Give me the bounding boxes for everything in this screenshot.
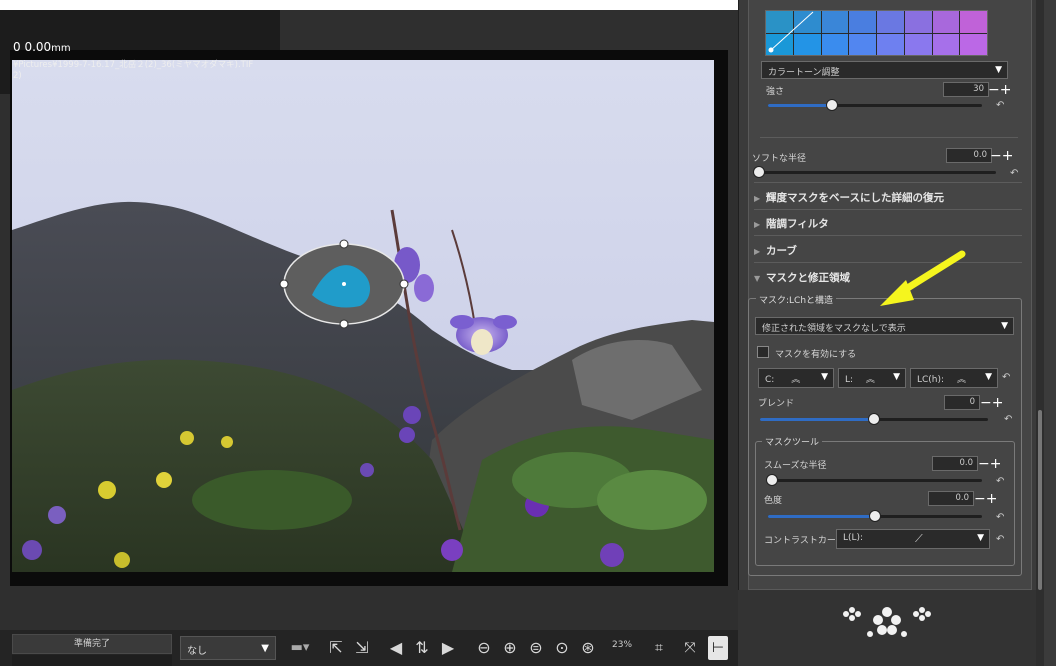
strength-stepper-minus-plus[interactable]: −+ bbox=[988, 83, 1011, 97]
next-arrow-icon[interactable]: ▶ bbox=[438, 636, 458, 660]
contrast-curve-select[interactable]: L(L): ⟋ ▼ bbox=[836, 529, 990, 549]
soft-radius-label: ソフトな半径 bbox=[752, 154, 807, 164]
divider bbox=[760, 137, 1018, 138]
smooth-radius-slider-track[interactable] bbox=[770, 479, 982, 482]
overlay-mode-select[interactable]: なし ▼ bbox=[180, 636, 276, 660]
curve-l-select[interactable]: L: ︽ ▼ bbox=[838, 368, 906, 388]
section-curves[interactable]: ▶ カーブ bbox=[754, 243, 797, 258]
chevron-down-icon: ▼ bbox=[261, 643, 269, 654]
strength-slider-track[interactable] bbox=[768, 104, 982, 107]
collapse-triangle-icon: ▼ bbox=[754, 274, 761, 283]
reset-icon[interactable]: ↶ bbox=[996, 476, 1004, 487]
reset-icon[interactable]: ↶ bbox=[1004, 414, 1012, 425]
divider bbox=[754, 209, 1022, 210]
strength-slider-fill bbox=[768, 104, 832, 107]
curve-c-select[interactable]: C: ︽ ▼ bbox=[758, 368, 834, 388]
strength-slider-knob[interactable] bbox=[826, 99, 838, 111]
zoom-fill-icon[interactable]: ⊙ bbox=[552, 636, 572, 660]
blend-label: ブレンド bbox=[758, 399, 795, 409]
strength-value[interactable]: 30 bbox=[943, 82, 989, 97]
expand-triangle-icon: ▶ bbox=[754, 247, 761, 256]
curve-glyph-icon: ︽ bbox=[791, 375, 801, 385]
enable-mask-checkbox[interactable] bbox=[757, 346, 769, 358]
soft-radius-value[interactable]: 0.0 bbox=[946, 148, 992, 163]
reset-icon[interactable]: ↶ bbox=[1010, 168, 1018, 179]
divider bbox=[754, 182, 1022, 183]
zoom-in-icon[interactable]: ⊕ bbox=[500, 636, 520, 660]
strength-label: 強さ bbox=[766, 87, 785, 97]
blend-slider-fill bbox=[760, 418, 874, 421]
smooth-radius-label: スムーズな半径 bbox=[764, 461, 827, 471]
fullscreen-icon[interactable]: ⤧ bbox=[680, 636, 700, 660]
curve-glyph-icon: ︽ bbox=[865, 375, 875, 385]
top-strip bbox=[0, 0, 738, 10]
section-graduated-filter[interactable]: ▶ 階調フィルタ bbox=[754, 216, 829, 231]
smooth-radius-value[interactable]: 0.0 bbox=[932, 456, 978, 471]
chevron-down-icon: ▼ bbox=[995, 65, 1002, 75]
crop-frame-icon[interactable]: ⌗ bbox=[648, 636, 670, 660]
saturation-stepper[interactable]: −+ bbox=[974, 492, 997, 506]
floral-ornament-graphic bbox=[843, 607, 931, 637]
brush-overlay-button[interactable]: ▬▾ bbox=[282, 636, 318, 660]
saturation-slider-fill bbox=[768, 515, 875, 518]
section-mask-and-correction[interactable]: ▼ マスクと修正領域 bbox=[754, 270, 850, 285]
chevron-down-icon: ▼ bbox=[893, 372, 900, 382]
expand-triangle-icon: ▶ bbox=[754, 194, 761, 203]
curve-lch-select[interactable]: LC(h): ︽ ▼ bbox=[910, 368, 998, 388]
saturation-label: 色度 bbox=[764, 496, 783, 506]
zoom-fit-icon[interactable]: ⊜ bbox=[526, 636, 546, 660]
file-path: ¥Pictures¥1999-7-16.17_北岳２(2)_36(ミヤマオダマキ… bbox=[13, 60, 254, 81]
zoom-out-icon[interactable]: ⊖ bbox=[474, 636, 494, 660]
split-view-icon[interactable]: ⊢ bbox=[708, 636, 728, 660]
photo-canvas[interactable] bbox=[12, 60, 714, 572]
yellow-annotation-arrow bbox=[880, 250, 966, 306]
zoom-100-icon[interactable]: ⊛ bbox=[578, 636, 598, 660]
reset-icon[interactable]: ↶ bbox=[996, 100, 1004, 111]
chevron-down-icon: ▼ bbox=[1001, 321, 1008, 331]
compare-icon[interactable]: ⇲ bbox=[352, 636, 372, 660]
status-strip bbox=[12, 655, 172, 666]
color-grid-curve bbox=[768, 11, 814, 53]
reset-icon[interactable]: ↶ bbox=[996, 512, 1004, 523]
soft-radius-slider-knob[interactable] bbox=[753, 166, 765, 178]
expand-triangle-icon: ▶ bbox=[754, 220, 761, 229]
blend-slider-knob[interactable] bbox=[868, 413, 880, 425]
mask-tools-group-title: マスクツール bbox=[762, 435, 823, 448]
blend-value[interactable]: 0 bbox=[944, 395, 980, 410]
reset-icon[interactable]: ↶ bbox=[1002, 372, 1010, 383]
crop-before-icon[interactable]: ⇱ bbox=[326, 636, 346, 660]
chevron-down-icon: ▼ bbox=[977, 533, 984, 543]
zoom-readout: 0 0.00mm bbox=[13, 40, 71, 54]
zoom-percent: 23% bbox=[612, 640, 633, 650]
blend-stepper[interactable]: −+ bbox=[980, 396, 1003, 410]
curve-glyph-icon: ︽ bbox=[956, 375, 966, 385]
soft-radius-slider-track[interactable] bbox=[758, 171, 996, 174]
floral-ornament-icon bbox=[822, 600, 952, 650]
soft-radius-stepper[interactable]: −+ bbox=[990, 149, 1013, 163]
enable-mask-label: マスクを有効にする bbox=[775, 350, 857, 360]
section-detail-recovery[interactable]: ▶ 輝度マスクをベースにした詳細の復元 bbox=[754, 190, 944, 205]
chevron-down-icon: ▼ bbox=[821, 372, 828, 382]
saturation-value[interactable]: 0.0 bbox=[928, 491, 974, 506]
saturation-slider-knob[interactable] bbox=[869, 510, 881, 522]
chevron-down-icon: ▼ bbox=[985, 372, 992, 382]
reset-icon[interactable]: ↶ bbox=[996, 534, 1004, 545]
swap-vertical-icon[interactable]: ⇅ bbox=[412, 636, 432, 660]
color-tone-select[interactable]: カラートーン調整 ▼ bbox=[761, 61, 1008, 79]
smooth-radius-slider-knob[interactable] bbox=[766, 474, 778, 486]
previous-arrow-icon[interactable]: ◀ bbox=[386, 636, 406, 660]
contrast-curve-label: コントラストカーブ: bbox=[764, 536, 848, 546]
mask-display-select[interactable]: 修正された領域をマスクなしで表示 ▼ bbox=[755, 317, 1014, 335]
smooth-radius-stepper[interactable]: −+ bbox=[978, 457, 1001, 471]
mask-lch-group-title: マスク:LChと構造 bbox=[756, 293, 837, 306]
divider bbox=[754, 235, 1022, 236]
scrollbar-thumb[interactable] bbox=[1038, 410, 1042, 590]
curve-glyph-icon: ⟋ bbox=[915, 532, 923, 545]
status-text: 準備完了 bbox=[12, 634, 172, 654]
